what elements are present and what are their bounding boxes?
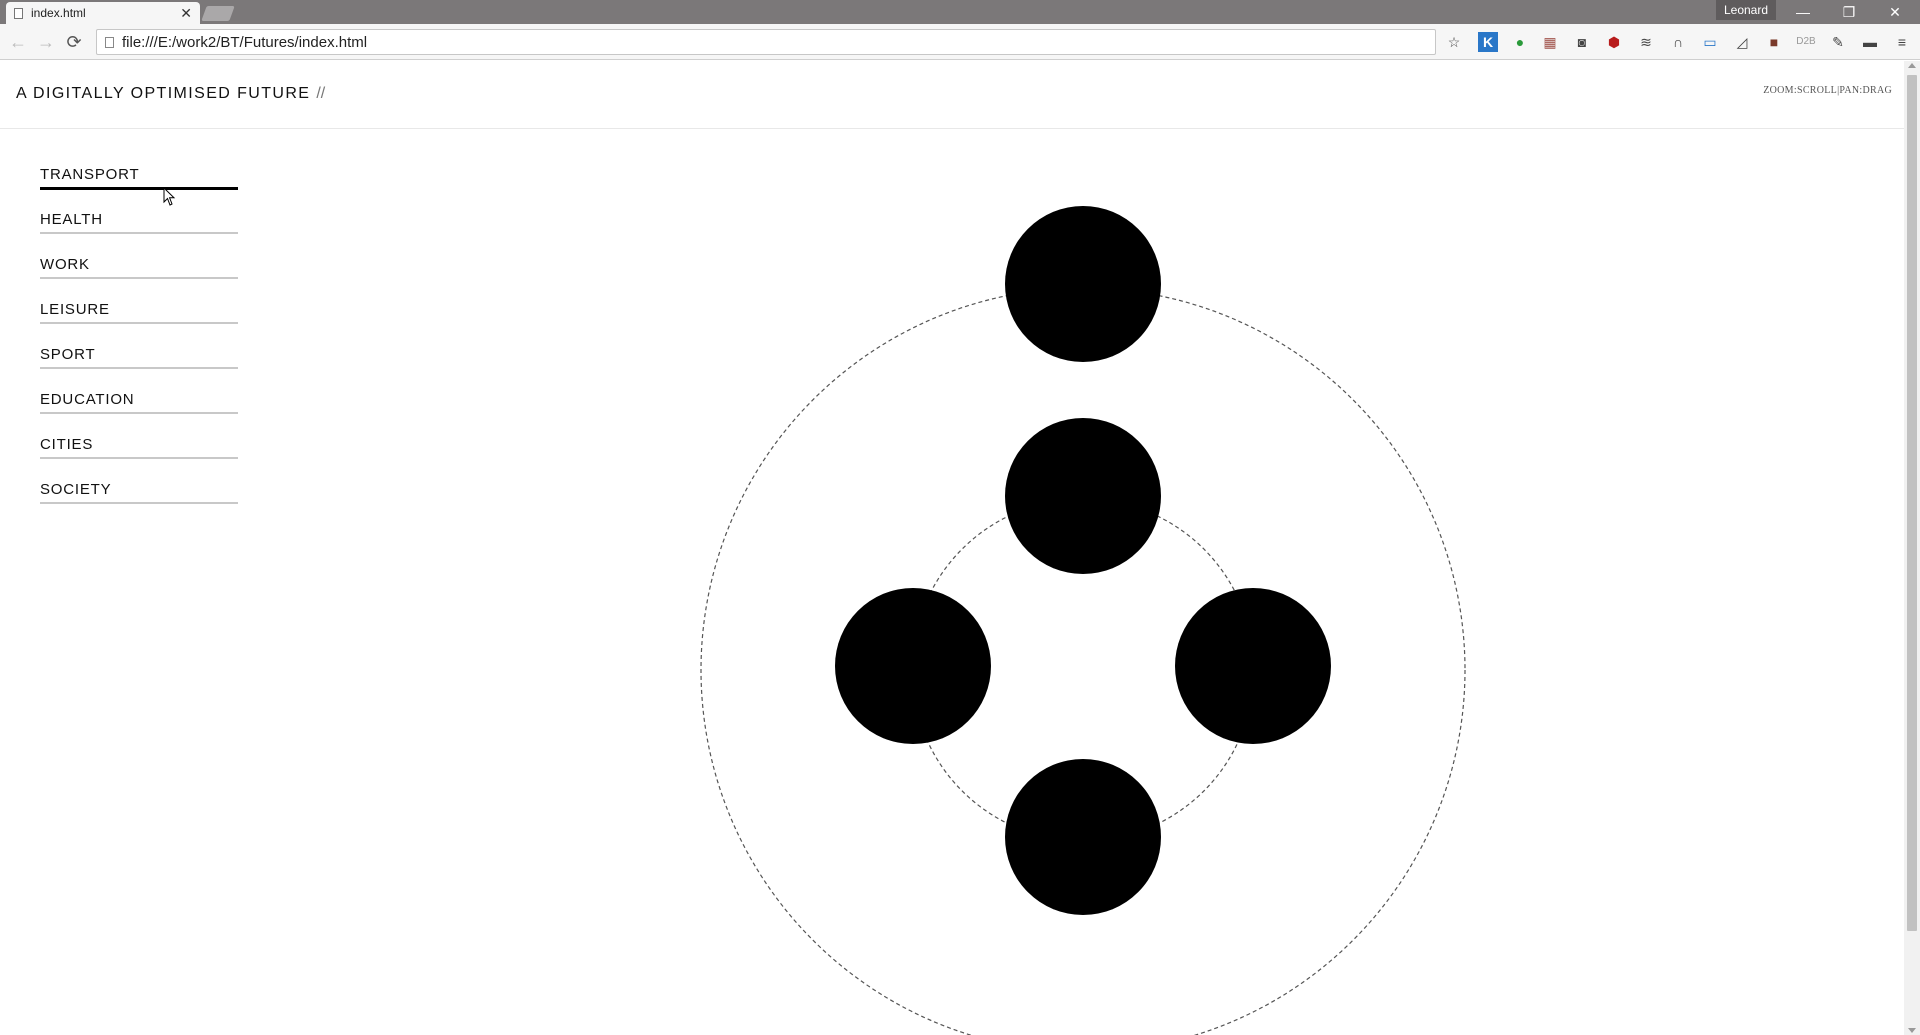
outer-orbit bbox=[700, 287, 1466, 1035]
mouse-cursor-icon bbox=[163, 187, 176, 206]
browser-tab[interactable]: index.html ✕ bbox=[6, 2, 200, 24]
avatar-icon[interactable]: ■ bbox=[1764, 32, 1784, 52]
menu-item-label: SPORT bbox=[40, 346, 96, 363]
menu-item-sport[interactable]: SPORT bbox=[40, 346, 238, 391]
menu-item-transport[interactable]: TRANSPORT bbox=[40, 166, 238, 211]
ublock-icon[interactable]: ⬢ bbox=[1604, 32, 1624, 52]
node-inner-top[interactable] bbox=[1005, 418, 1161, 574]
reload-button[interactable]: ⟳ bbox=[62, 30, 86, 54]
headphones-icon[interactable]: ∩ bbox=[1668, 32, 1688, 52]
menu-item-leisure[interactable]: LEISURE bbox=[40, 301, 238, 346]
page-content: A Digitally Optimised Future // ZOOM:SCRO… bbox=[0, 61, 1904, 1035]
profile-button[interactable]: Leonard bbox=[1716, 0, 1776, 20]
restore-button[interactable]: ❐ bbox=[1826, 0, 1872, 24]
star-icon[interactable]: ☆ bbox=[1444, 32, 1464, 52]
scrollbar-thumb[interactable] bbox=[1907, 75, 1917, 931]
menu-item-underline bbox=[40, 502, 238, 504]
menu-item-label: WORK bbox=[40, 256, 90, 273]
new-tab-button[interactable] bbox=[201, 6, 235, 21]
k-icon[interactable]: K bbox=[1478, 32, 1498, 52]
tab-close-icon[interactable]: ✕ bbox=[180, 5, 192, 22]
menu-item-underline bbox=[40, 457, 238, 459]
menu-item-underline bbox=[40, 412, 238, 414]
menu-item-label: HEALTH bbox=[40, 211, 103, 228]
d2b-icon[interactable]: D2B bbox=[1796, 32, 1816, 52]
menu-item-health[interactable]: HEALTH bbox=[40, 211, 238, 256]
menu-item-underline bbox=[40, 322, 238, 324]
browser-toolbar: ← → ⟳ file:///E:/work2/BT/Futures/index.… bbox=[0, 24, 1920, 60]
screen-icon[interactable]: ▭ bbox=[1700, 32, 1720, 52]
scroll-down-icon[interactable] bbox=[1908, 1028, 1916, 1033]
menu-item-underline bbox=[40, 232, 238, 234]
node-inner-right[interactable] bbox=[1175, 588, 1331, 744]
menu-item-education[interactable]: EDUCATION bbox=[40, 391, 238, 436]
layers-icon[interactable]: ≋ bbox=[1636, 32, 1656, 52]
menu-item-work[interactable]: WORK bbox=[40, 256, 238, 301]
close-window-button[interactable]: ✕ bbox=[1872, 0, 1918, 24]
minimize-button[interactable]: — bbox=[1780, 0, 1826, 24]
menu-item-label: CITIES bbox=[40, 436, 94, 453]
page-icon bbox=[105, 36, 114, 48]
chat-icon[interactable]: ▬ bbox=[1860, 32, 1880, 52]
menu-item-cities[interactable]: CITIES bbox=[40, 436, 238, 481]
menu-item-underline bbox=[40, 367, 238, 369]
browser-title-bar: index.html ✕ Leonard — ❐ ✕ bbox=[0, 0, 1920, 24]
node-inner-bottom[interactable] bbox=[1005, 759, 1161, 915]
network-diagram[interactable] bbox=[660, 131, 1500, 1035]
address-bar[interactable]: file:///E:/work2/BT/Futures/index.html bbox=[96, 29, 1436, 55]
back-button[interactable]: ← bbox=[6, 30, 30, 54]
node-top-outer[interactable] bbox=[1005, 206, 1161, 362]
site-title: A Digitally Optimised Future // bbox=[16, 85, 325, 103]
menu-item-underline bbox=[40, 277, 238, 279]
site-title-separator: // bbox=[316, 85, 326, 102]
node-inner-left[interactable] bbox=[835, 588, 991, 744]
page-icon bbox=[14, 7, 23, 19]
menu-item-society[interactable]: SOCIETY bbox=[40, 481, 238, 526]
site-header: A Digitally Optimised Future // ZOOM:SCRO… bbox=[0, 61, 1904, 129]
menu-item-label: EDUCATION bbox=[40, 391, 135, 408]
menu-item-label: SOCIETY bbox=[40, 481, 112, 498]
menu-item-underline bbox=[40, 187, 238, 190]
pen-icon[interactable]: ✎ bbox=[1828, 32, 1848, 52]
navigation-hint: ZOOM:SCROLL|PAN:DRAG bbox=[1763, 85, 1892, 96]
menu-icon[interactable]: ≡ bbox=[1892, 32, 1912, 52]
tab-title: index.html bbox=[31, 6, 86, 20]
camera-icon[interactable]: ◙ bbox=[1572, 32, 1592, 52]
cast-icon[interactable]: ◿ bbox=[1732, 32, 1752, 52]
menu-item-label: LEISURE bbox=[40, 301, 110, 318]
page-scrollbar[interactable] bbox=[1904, 61, 1920, 1035]
calendar-icon[interactable]: ▦ bbox=[1540, 32, 1560, 52]
category-menu: TRANSPORT HEALTH WORK LEISURE SPORT EDUCATION… bbox=[40, 166, 238, 526]
green-badge-icon[interactable]: ● bbox=[1510, 32, 1530, 52]
menu-item-label: TRANSPORT bbox=[40, 166, 140, 183]
forward-button[interactable]: → bbox=[34, 30, 58, 54]
scroll-up-icon[interactable] bbox=[1908, 63, 1916, 68]
url-text: file:///E:/work2/BT/Futures/index.html bbox=[122, 33, 368, 51]
site-title-text: A Digitally Optimised Future bbox=[16, 85, 311, 102]
